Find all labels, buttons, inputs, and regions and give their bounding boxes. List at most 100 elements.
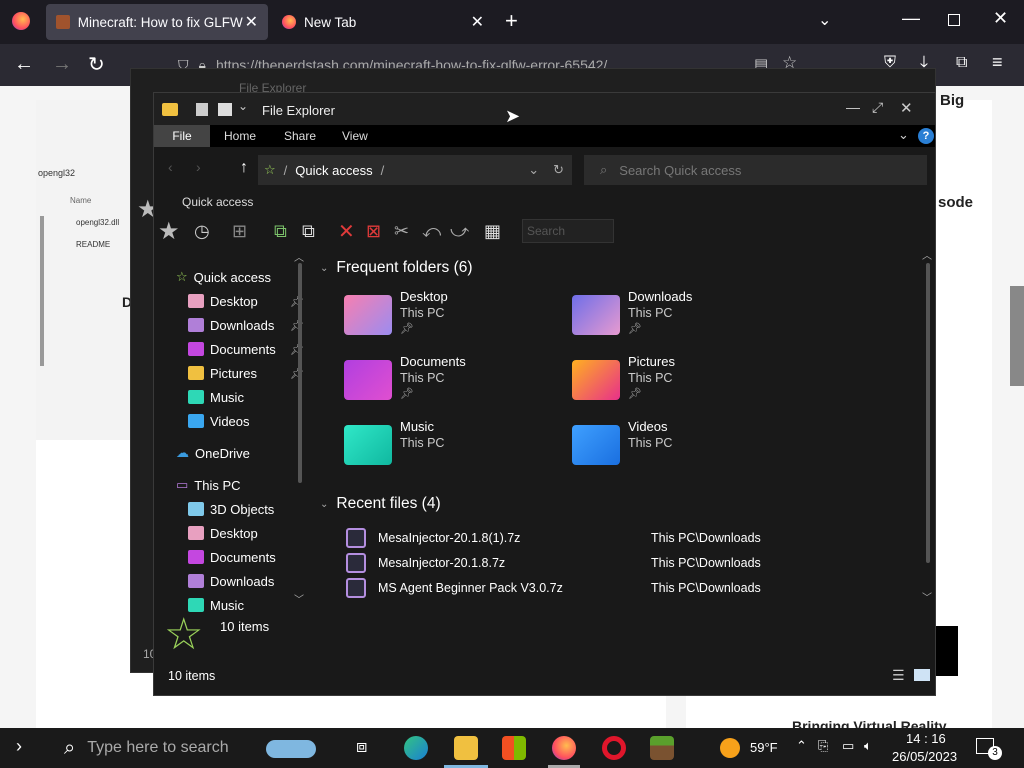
opera-icon[interactable] xyxy=(602,736,626,760)
weather-temperature[interactable]: 59°F xyxy=(750,740,778,755)
nav-pc-item-documents[interactable]: Documents xyxy=(188,545,310,569)
cut-icon[interactable]: ✂ xyxy=(394,221,409,242)
weather-sun-icon[interactable] xyxy=(720,738,740,758)
close-tab-icon[interactable]: ✕ xyxy=(245,12,258,32)
clock-date[interactable]: 26/05/2023 xyxy=(892,749,957,764)
nav-pc-item-3d-objects[interactable]: 3D Objects xyxy=(188,497,310,521)
undo-icon[interactable]: ⤺ xyxy=(422,221,441,242)
nav-item-desktop[interactable]: Desktop📌︎ xyxy=(188,289,310,313)
tab-share[interactable]: Share xyxy=(274,125,326,147)
store-icon[interactable] xyxy=(502,736,526,760)
maximize-icon[interactable]: ⤢ xyxy=(872,99,883,116)
view-layout-icon[interactable]: ▦ xyxy=(484,221,501,242)
redo-icon[interactable]: ⤻ xyxy=(450,221,469,242)
breadcrumb-quick-access[interactable]: Quick access xyxy=(295,163,372,178)
tab-file[interactable]: File xyxy=(154,125,210,147)
nav-quick-access[interactable]: ☆ Quick access xyxy=(176,265,310,289)
pin-star-icon[interactable]: ★ xyxy=(158,217,180,246)
nav-item-downloads[interactable]: Downloads📌︎ xyxy=(188,313,310,337)
windows-icon[interactable]: ⊞ xyxy=(232,221,247,242)
nav-scroll-up-icon[interactable]: ︿ xyxy=(294,249,304,264)
address-bar[interactable]: ☆ / Quick access / ⌄ ↻ xyxy=(258,155,572,185)
tab-new-tab[interactable]: New Tab ✕ xyxy=(272,4,494,40)
content-scroll-down-icon[interactable]: ﹀ xyxy=(922,589,932,604)
menu-hamburger-icon[interactable]: ≡ xyxy=(992,52,1003,73)
firefox-icon[interactable] xyxy=(12,12,30,30)
recent-file-row[interactable]: MesaInjector-20.1.8.7z This PC\Downloads xyxy=(346,550,906,575)
folder-location: This PC xyxy=(400,306,445,320)
nav-item-documents[interactable]: Documents📌︎ xyxy=(188,337,310,361)
password-lock-icon[interactable] xyxy=(266,740,316,758)
delete-box-icon[interactable]: ⊠ xyxy=(366,221,381,242)
network-icon[interactable]: ▭ xyxy=(842,738,854,754)
frequent-folder-music[interactable]: Music This PC xyxy=(344,419,564,479)
content-scrollbar[interactable] xyxy=(926,263,930,563)
tab-home[interactable]: Home xyxy=(214,125,266,147)
close-tab-icon[interactable]: ✕ xyxy=(471,12,484,32)
nav-scroll-down-icon[interactable]: ﹀ xyxy=(294,591,304,606)
nav-item-videos[interactable]: Videos xyxy=(188,409,310,433)
nav-item-pictures[interactable]: Pictures📌︎ xyxy=(188,361,310,385)
file-explorer-taskbar-icon[interactable] xyxy=(454,736,478,760)
edge-icon[interactable] xyxy=(404,736,428,760)
close-icon[interactable]: ✕ xyxy=(900,99,913,117)
frequent-folders-header[interactable]: ⌄ Frequent folders (6) xyxy=(320,259,473,277)
forward-arrow-icon[interactable]: → xyxy=(52,53,72,76)
back-arrow-icon[interactable]: ‹ xyxy=(168,159,173,175)
nav-pc-item-downloads[interactable]: Downloads xyxy=(188,569,310,593)
minecraft-icon[interactable] xyxy=(650,736,674,760)
frequent-folder-videos[interactable]: Videos This PC xyxy=(572,419,792,479)
tab-view[interactable]: View xyxy=(332,125,378,147)
status-star-icon: ☆ xyxy=(164,610,204,659)
meet-now-icon[interactable]: ⎘ xyxy=(818,738,828,754)
copy-to-icon[interactable]: ⧉ xyxy=(274,221,287,242)
help-icon[interactable]: ? xyxy=(918,128,934,144)
frequent-folder-documents[interactable]: Documents This PC 📌︎ xyxy=(344,354,564,414)
task-view-icon[interactable]: ⧈ xyxy=(356,736,367,757)
expand-arrow-icon[interactable]: › xyxy=(16,736,22,757)
nav-this-pc[interactable]: ▭ This PC xyxy=(176,473,310,497)
up-arrow-icon[interactable]: ↑ xyxy=(240,159,248,177)
toolbar-search-input[interactable]: Search xyxy=(522,219,614,243)
delete-icon[interactable]: ✕ xyxy=(338,219,355,244)
nav-item-music[interactable]: Music xyxy=(188,385,310,409)
reload-icon[interactable]: ↻ xyxy=(88,52,105,77)
content-scroll-up-icon[interactable]: ︿ xyxy=(922,247,932,262)
tab-minecraft-glfw[interactable]: Minecraft: How to fix GLFW e ✕ xyxy=(46,4,268,40)
qat-dropdown-icon[interactable]: ⌄ xyxy=(238,99,248,113)
history-icon[interactable]: ◷ xyxy=(194,221,210,242)
minimize-icon[interactable]: — xyxy=(846,99,860,115)
list-tabs-chevron-icon[interactable]: ⌄ xyxy=(818,10,831,30)
large-icons-view-icon[interactable] xyxy=(914,669,930,681)
page-scrollbar-thumb[interactable] xyxy=(1010,286,1024,386)
search-input[interactable]: ⌕ Search Quick access xyxy=(584,155,927,185)
recent-file-row[interactable]: MesaInjector-20.1.8(1).7z This PC\Downloa… xyxy=(346,525,906,550)
address-dropdown-icon[interactable]: ⌄ xyxy=(528,162,539,178)
close-window-icon[interactable]: ✕ xyxy=(993,8,1008,29)
move-to-icon[interactable]: ⧉ xyxy=(302,221,315,242)
new-tab-button[interactable]: + xyxy=(505,8,518,34)
volume-muted-icon[interactable]: 🔈︎ xyxy=(864,738,872,754)
expand-ribbon-chevron-icon[interactable]: ⌄ xyxy=(898,127,909,143)
frequent-folder-desktop[interactable]: Desktop This PC 📌︎ xyxy=(344,289,564,349)
refresh-icon[interactable]: ↻ xyxy=(553,162,564,178)
details-view-icon[interactable]: ☰ xyxy=(892,667,905,684)
minimize-window-icon[interactable]: — xyxy=(902,8,920,29)
restore-window-icon[interactable] xyxy=(948,14,960,26)
frequent-folder-downloads[interactable]: Downloads This PC 📌︎ xyxy=(572,289,792,349)
nav-onedrive[interactable]: ☁ OneDrive xyxy=(176,441,310,465)
clock-time[interactable]: 14 : 16 xyxy=(906,731,946,746)
nav-pc-item-desktop[interactable]: Desktop xyxy=(188,521,310,545)
recent-files-header[interactable]: ⌄ Recent files (4) xyxy=(320,495,441,513)
back-arrow-icon[interactable]: ← xyxy=(14,53,34,76)
recent-file-row[interactable]: MS Agent Beginner Pack V3.0.7z This PC\Do… xyxy=(346,575,906,600)
frequent-folder-pictures[interactable]: Pictures This PC 📌︎ xyxy=(572,354,792,414)
firefox-taskbar-icon[interactable] xyxy=(552,736,576,760)
extensions-icon[interactable]: ⧉ xyxy=(956,54,967,72)
tray-overflow-icon[interactable]: ⌃ xyxy=(796,738,807,754)
nav-pc-item-music[interactable]: Music xyxy=(188,593,310,617)
forward-arrow-icon[interactable]: › xyxy=(196,159,201,175)
properties-icon[interactable] xyxy=(196,103,208,116)
new-folder-icon[interactable] xyxy=(218,103,232,116)
nav-scrollbar[interactable] xyxy=(298,263,302,483)
